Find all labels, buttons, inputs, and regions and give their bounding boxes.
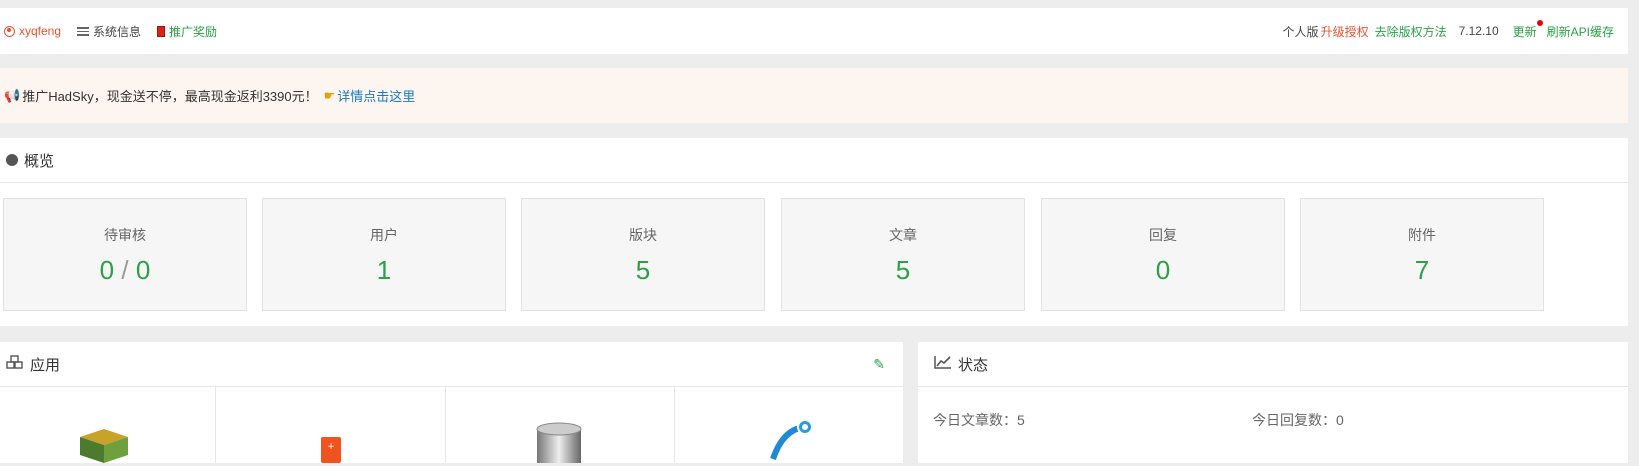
- user-link[interactable]: xyqfeng: [4, 24, 61, 38]
- list-icon: [77, 26, 90, 36]
- app-database-icon: [534, 421, 584, 466]
- upgrade-link[interactable]: 升级授权: [1321, 23, 1369, 40]
- pointing-hand-icon: ☛: [323, 87, 336, 103]
- sys-info-label: 系统信息: [93, 24, 142, 39]
- stat-label: 附件: [1408, 227, 1436, 243]
- notification-dot: [1536, 19, 1543, 26]
- stat-articles[interactable]: 文章 5: [781, 198, 1025, 311]
- username: xyqfeng: [19, 24, 62, 38]
- stat-value: 1: [376, 255, 392, 285]
- refresh-api-link[interactable]: 刷新API缓存: [1547, 23, 1614, 40]
- stat-value: 0: [1155, 255, 1171, 285]
- update-link[interactable]: 更新: [1512, 19, 1543, 40]
- promo-reward-link[interactable]: 推广奖励: [157, 23, 217, 40]
- remove-copyright-link[interactable]: 去除版权方法: [1375, 23, 1447, 40]
- stat-value: 0 / 0: [4, 255, 246, 286]
- apps-title: 应用: [30, 356, 61, 374]
- app-tile[interactable]: +: [216, 387, 446, 463]
- update-label: 更新: [1512, 24, 1537, 39]
- overview-title: 概览: [24, 152, 55, 170]
- stat-label: 文章: [889, 227, 917, 243]
- app-grid: +: [0, 387, 903, 463]
- status-panel: 状态 今日文章数：5 今日回复数：0: [918, 342, 1628, 463]
- top-bar: xyqfeng 系统信息 推广奖励 个人版 升级授权 去除版权方法 7.12.1…: [0, 8, 1628, 54]
- overview-panel: i 概览 待审核 0 / 0 用户 1 版块 5 文章 5 回复 0 附件 7: [0, 138, 1628, 326]
- stat-label: 待审核: [104, 227, 146, 243]
- stat-boards[interactable]: 版块 5: [521, 198, 765, 311]
- apps-header: 应用 ✎: [0, 342, 903, 387]
- sys-info-link[interactable]: 系统信息: [77, 23, 141, 40]
- stat-users[interactable]: 用户 1: [262, 198, 506, 311]
- stat-value-b: 0: [135, 255, 151, 285]
- stat-separator: /: [121, 255, 129, 285]
- stat-value: 5: [635, 255, 651, 285]
- app-tile[interactable]: [446, 387, 675, 463]
- svg-text:+: +: [327, 442, 335, 452]
- today-articles: 今日文章数：5: [933, 412, 1025, 428]
- version-label: 7.12.10: [1458, 24, 1499, 38]
- promo-banner: 📢 推广HadSky，现金送不停，最高现金返利3390元！ ☛ 详情点击这里: [0, 68, 1628, 123]
- app-molecule-icon: [765, 419, 815, 466]
- stat-pending[interactable]: 待审核 0 / 0: [3, 198, 247, 311]
- promo-text: 推广HadSky，现金送不停，最高现金返利3390元！: [22, 89, 318, 104]
- stat-value-a: 0: [99, 255, 115, 285]
- info-icon: i: [6, 154, 18, 166]
- today-replies: 今日回复数：0: [1252, 412, 1344, 428]
- stat-attachments[interactable]: 附件 7: [1300, 198, 1544, 311]
- edit-pencil-icon[interactable]: ✎: [873, 356, 885, 373]
- red-envelope-icon: [157, 25, 166, 37]
- top-bar-left: xyqfeng 系统信息 推广奖励: [4, 23, 233, 40]
- promo-details-link[interactable]: 详情点击这里: [337, 86, 415, 105]
- stat-replies[interactable]: 回复 0: [1041, 198, 1285, 311]
- cubes-icon: [6, 355, 24, 373]
- stat-label: 用户: [370, 227, 398, 243]
- stat-value: 5: [895, 255, 911, 285]
- line-chart-icon: [934, 355, 952, 373]
- top-bar-right: 个人版 升级授权 去除版权方法 7.12.10 更新 刷新API缓存: [1277, 19, 1628, 40]
- stat-value: 7: [1414, 255, 1430, 285]
- app-package-icon: [76, 427, 132, 466]
- apps-panel: 应用 ✎ +: [0, 342, 903, 463]
- status-header: 状态: [918, 342, 1628, 387]
- stat-label: 回复: [1149, 227, 1177, 243]
- status-title: 状态: [958, 356, 989, 374]
- app-tile[interactable]: [0, 387, 216, 463]
- overview-header: i 概览: [0, 138, 1628, 183]
- app-tile[interactable]: [675, 387, 903, 463]
- user-icon: [4, 25, 15, 37]
- megaphone-icon: 📢: [4, 87, 21, 103]
- stats-row: 待审核 0 / 0 用户 1 版块 5 文章 5 回复 0 附件 7: [0, 198, 1628, 313]
- promo-reward-label: 推广奖励: [169, 24, 218, 39]
- app-orange-icon: +: [321, 435, 341, 466]
- stat-label: 版块: [629, 227, 657, 243]
- edition-label: 个人版: [1282, 24, 1319, 39]
